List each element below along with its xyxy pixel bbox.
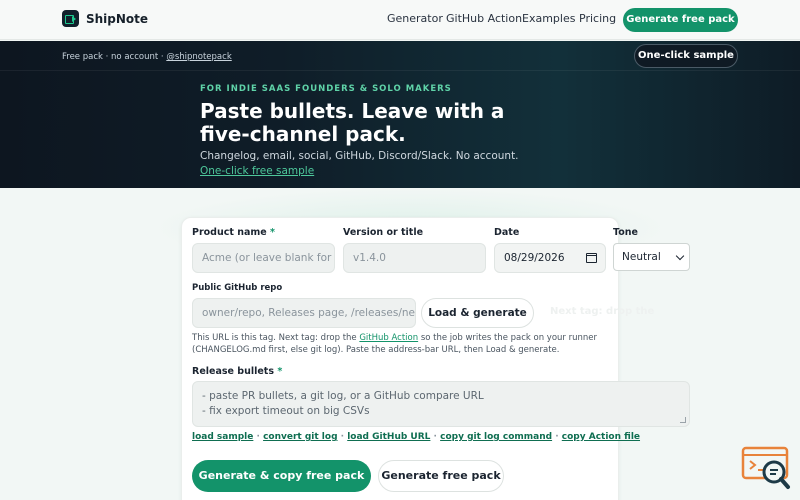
nav-link-pricing[interactable]: Pricing xyxy=(579,12,616,25)
github-action-link[interactable]: GitHub Action xyxy=(359,333,418,343)
repo-label: Public GitHub repo xyxy=(192,283,283,293)
version-label: Version or title xyxy=(343,227,424,238)
brand-name: ShipNote xyxy=(86,11,149,26)
load-sample-link[interactable]: load sample xyxy=(192,432,253,442)
load-generate-button[interactable]: Load & generate xyxy=(421,298,534,328)
bullets-label: Release bullets * xyxy=(192,366,282,377)
calendar-icon[interactable] xyxy=(586,253,597,263)
separator: · xyxy=(256,432,260,442)
separator: · xyxy=(555,432,559,442)
date-value: 08/29/2026 xyxy=(504,252,565,264)
search-help-icon[interactable] xyxy=(741,446,791,492)
hero-section: Free pack · no account · @shipnotepack O… xyxy=(0,41,800,188)
required-marker: * xyxy=(277,366,283,377)
separator: · xyxy=(340,432,345,442)
tone-value: Neutral xyxy=(622,251,661,263)
hero-headline: Paste bullets. Leave with a five-channel… xyxy=(200,99,505,146)
hero-eyebrow: FOR INDIE SAAS FOUNDERS & SOLO MAKERS xyxy=(200,84,452,94)
nav-link-examples[interactable]: Examples xyxy=(522,12,575,25)
convert-git-log-link[interactable]: convert git log xyxy=(263,432,337,442)
pack-note-text: Free pack · no account · xyxy=(62,52,164,62)
version-input[interactable]: v1.4.0 xyxy=(343,243,486,273)
bullets-line-2: - fix export timeout on big CSVs xyxy=(202,405,370,417)
top-navbar: ShipNote Generator GitHub Action Example… xyxy=(0,0,800,40)
date-input[interactable]: 08/29/2026 xyxy=(494,243,606,273)
tone-label: Tone xyxy=(613,227,638,238)
generate-free-button[interactable]: Generate free pack xyxy=(378,460,504,492)
required-marker: * xyxy=(270,227,276,238)
bullets-line-1: - paste PR bullets, a git log, or a GitH… xyxy=(202,390,484,402)
copy-action-file-link[interactable]: copy Action file xyxy=(562,432,640,442)
hero-topbar: Free pack · no account · @shipnotepack O… xyxy=(0,41,800,71)
bullets-label-text: Release bullets xyxy=(192,366,274,377)
nav-link-github-action[interactable]: GitHub Action xyxy=(446,12,522,25)
product-name-label: Product name * xyxy=(192,227,275,238)
hero-subline: Changelog, email, social, GitHub, Discor… xyxy=(200,150,519,162)
tone-select[interactable]: Neutral xyxy=(613,243,690,271)
handle-link[interactable]: @shipnotepack xyxy=(166,52,231,62)
separator: · xyxy=(433,432,437,442)
one-click-sample-button[interactable]: One-click sample xyxy=(634,44,738,68)
chevron-down-icon xyxy=(675,251,685,261)
date-label: Date xyxy=(494,227,520,238)
load-github-url-link[interactable]: load GitHub URL xyxy=(347,432,430,442)
faint-hint: Next tag: drop the xyxy=(550,306,655,317)
nav-generate-button[interactable]: Generate free pack xyxy=(623,8,738,32)
nav-link-generator[interactable]: Generator xyxy=(387,12,443,25)
copy-git-log-command-link[interactable]: copy git log command xyxy=(440,432,552,442)
brand-logo[interactable]: ShipNote xyxy=(62,10,148,27)
free-sample-link[interactable]: One-click free sample xyxy=(200,165,314,177)
pack-note: Free pack · no account · @shipnotepack xyxy=(62,52,232,62)
bullets-textarea[interactable]: - paste PR bullets, a git log, or a GitH… xyxy=(192,381,690,427)
product-name-input[interactable]: Acme (or leave blank for xyxy=(192,243,335,273)
resize-handle-icon[interactable] xyxy=(680,417,686,423)
repo-input[interactable]: owner/repo, Releases page, /releases/new xyxy=(192,298,416,328)
repo-help-text: This URL is this tag. Next tag: drop the… xyxy=(192,332,622,356)
product-name-label-text: Product name xyxy=(192,227,267,238)
generate-copy-button[interactable]: Generate & copy free pack xyxy=(192,460,371,492)
help-pre: This URL is this tag. Next tag: drop the xyxy=(192,333,360,343)
logo-icon xyxy=(62,10,79,27)
quick-links: load sample · convert git log · load Git… xyxy=(192,432,640,442)
